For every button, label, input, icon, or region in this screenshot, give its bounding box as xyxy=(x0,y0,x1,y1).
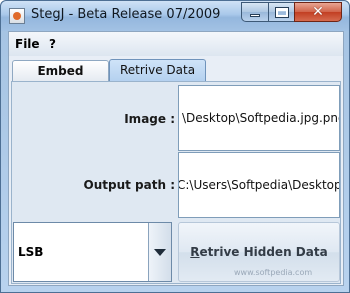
retrive-button-mnemonic: R xyxy=(190,245,200,259)
window-title: StegJ - Beta Release 07/2009 xyxy=(31,7,221,22)
watermark: www.softpedia.com xyxy=(234,268,313,277)
app-window: StegJ - Beta Release 07/2009 ✕ File ? Em… xyxy=(0,0,350,293)
menu-file[interactable]: File xyxy=(15,37,40,51)
retrive-panel: Image : \Desktop\Softpedia.jpg.png Outpu… xyxy=(11,81,341,284)
method-select[interactable]: LSB xyxy=(13,222,172,282)
tab-retrive-data[interactable]: Retrive Data xyxy=(109,59,206,82)
close-button[interactable]: ✕ xyxy=(294,2,342,22)
output-path-field[interactable]: C:\Users\Softpedia\Desktop xyxy=(178,152,340,218)
output-path-value: C:\Users\Softpedia\Desktop xyxy=(178,178,340,192)
output-path-label: Output path : xyxy=(83,178,175,192)
close-icon: ✕ xyxy=(312,4,324,20)
method-dropdown-button[interactable] xyxy=(148,223,171,281)
menu-help[interactable]: ? xyxy=(49,37,56,51)
image-label: Image : xyxy=(124,112,175,126)
minimize-button[interactable] xyxy=(241,2,269,22)
image-path-field[interactable]: \Desktop\Softpedia.jpg.png xyxy=(178,85,340,151)
retrive-button-label: etrive Hidden Data xyxy=(199,245,328,259)
app-icon[interactable] xyxy=(9,8,25,24)
menu-bar: File ? xyxy=(9,32,343,56)
chevron-down-icon xyxy=(154,248,166,256)
image-path-value: \Desktop\Softpedia.jpg.png xyxy=(182,111,340,125)
client-area: File ? Embed Data Retrive Data Image : \… xyxy=(8,31,344,286)
method-select-value: LSB xyxy=(18,245,44,259)
title-bar[interactable]: StegJ - Beta Release 07/2009 ✕ xyxy=(1,1,349,31)
maximize-button[interactable] xyxy=(268,2,295,22)
maximize-icon xyxy=(274,6,289,18)
tab-embed-data[interactable]: Embed Data xyxy=(12,60,109,99)
minimize-icon xyxy=(250,14,260,17)
